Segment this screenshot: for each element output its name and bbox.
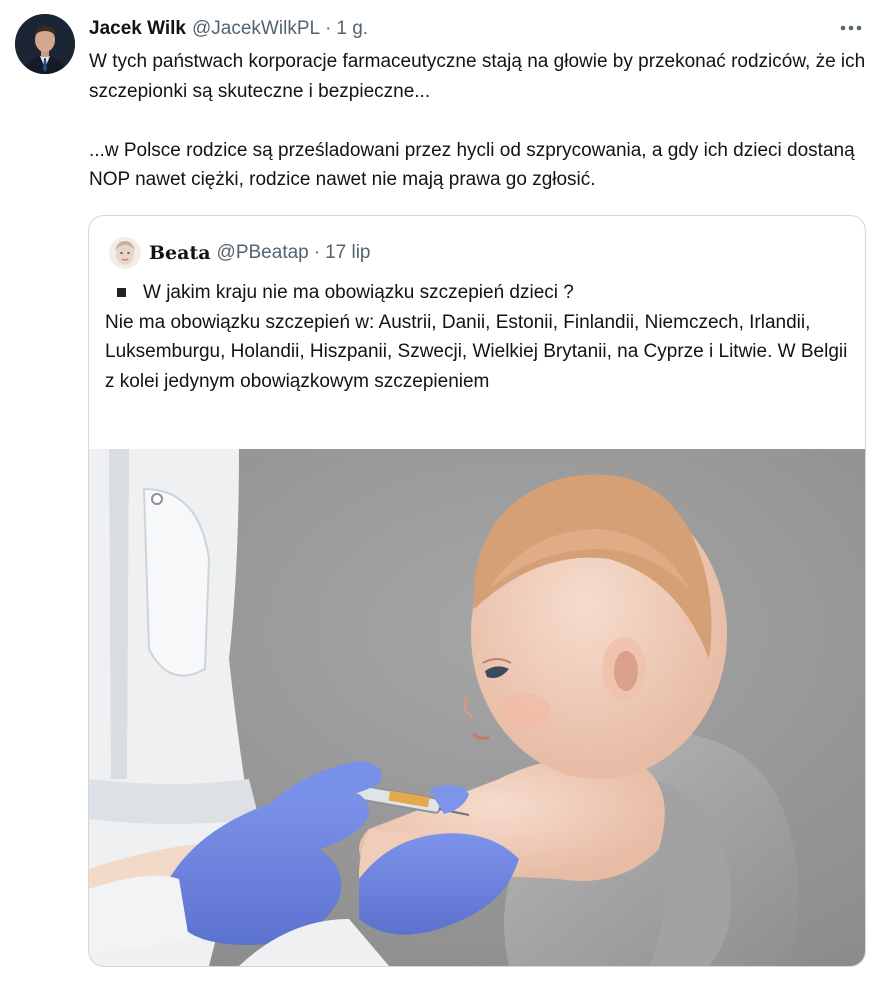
tweet-header: Jacek Wilk @JacekWilkPL · 1 g. <box>89 16 368 42</box>
tweet-text: W tych państwach korporacje farmaceutycz… <box>89 51 866 190</box>
more-button[interactable] <box>836 14 866 42</box>
tweet-timestamp[interactable]: 1 g. <box>336 18 368 40</box>
author-name[interactable]: Jacek Wilk <box>89 18 186 40</box>
quoted-bullet-line: W jakim kraju nie ma obowiązku szczepień… <box>105 278 853 308</box>
author-handle[interactable]: @JacekWilkPL <box>192 18 320 40</box>
quoted-author-name[interactable]: Beata <box>149 242 211 264</box>
quoted-author-handle[interactable]: @PBeatap <box>217 242 309 264</box>
quoted-tweet-photo[interactable] <box>89 449 865 966</box>
square-bullet-icon <box>117 288 126 298</box>
quoted-bullet-text: W jakim kraju nie ma obowiązku szczepień… <box>143 282 574 303</box>
tweet[interactable]: Jacek Wilk @JacekWilkPL · 1 g. W tych pa… <box>0 0 887 986</box>
quoted-tweet-header: Beata @PBeatap · 17 lip <box>109 236 370 270</box>
more-horizontal-icon <box>840 25 862 31</box>
quoted-body-text: Nie ma obowiązku szczepień w: Austrii, D… <box>105 311 848 392</box>
quoted-author-avatar[interactable] <box>109 237 141 269</box>
quoted-header-separator: · <box>313 242 321 263</box>
quoted-tweet-text: W jakim kraju nie ma obowiązku szczepień… <box>105 278 853 396</box>
quoted-tweet-card[interactable]: Beata @PBeatap · 17 lip W jakim kraju ni… <box>88 215 866 967</box>
quoted-timestamp[interactable]: 17 lip <box>325 242 370 264</box>
author-avatar[interactable] <box>15 14 75 74</box>
header-separator: · <box>325 18 332 39</box>
